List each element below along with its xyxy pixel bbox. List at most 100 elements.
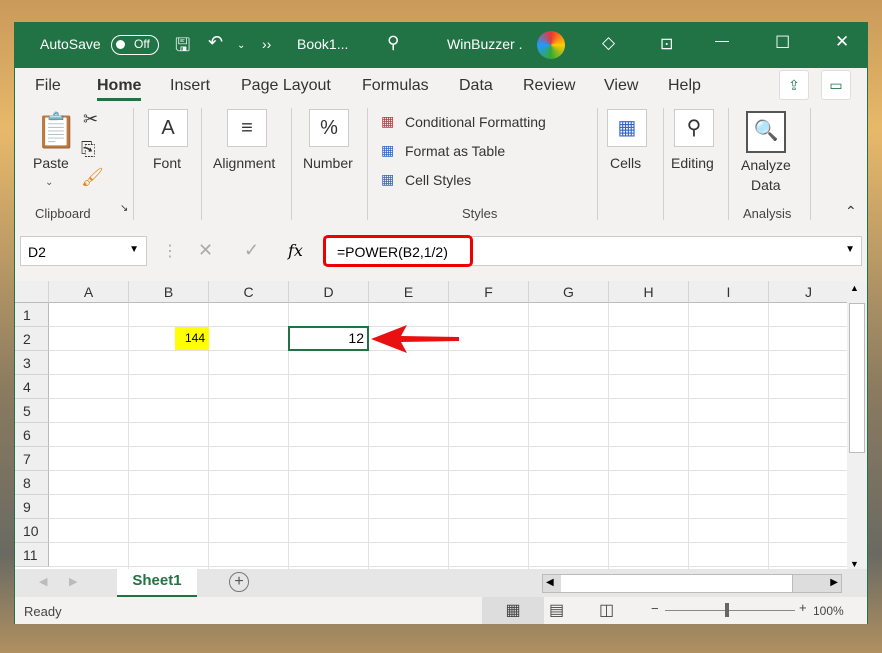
paste-button[interactable]: Paste — [33, 155, 69, 171]
formula-text[interactable]: =POWER(B2,1/2) — [323, 235, 473, 267]
ribbon-display-icon[interactable]: ⊡ — [660, 34, 673, 54]
tab-view[interactable]: View — [604, 77, 638, 95]
cancel-icon[interactable]: ✕ — [198, 240, 213, 261]
analysis-group-label: Analysis — [743, 206, 792, 221]
format-as-table-button[interactable]: Format as Table — [405, 143, 505, 159]
tab-review[interactable]: Review — [523, 77, 575, 95]
styles-group-label: Styles — [462, 206, 498, 221]
row-header[interactable]: 3 — [15, 351, 49, 375]
tab-data[interactable]: Data — [459, 77, 493, 95]
column-header[interactable]: J — [769, 281, 847, 303]
add-sheet-button[interactable]: + — [229, 572, 249, 592]
ribbon: 📋 Paste ⌄ ✂ ⎘ 🖌 Clipboard ↘ A Font ≡ Ali… — [15, 103, 867, 227]
font-button[interactable]: Font — [153, 155, 181, 171]
row-header[interactable]: 7 — [15, 447, 49, 471]
zoom-slider[interactable] — [665, 603, 795, 617]
zoom-in-button[interactable]: + — [799, 600, 807, 615]
tab-home[interactable]: Home — [97, 77, 142, 101]
prev-sheet-icon[interactable]: ◀ — [39, 575, 47, 588]
row-header[interactable]: 5 — [15, 399, 49, 423]
more-commands-button[interactable]: ›› — [262, 36, 271, 52]
cut-icon[interactable]: ✂ — [83, 109, 98, 130]
search-icon[interactable]: ⚲ — [387, 33, 399, 53]
alignment-button[interactable]: Alignment — [213, 155, 275, 171]
font-icon[interactable]: A — [148, 109, 188, 147]
name-box[interactable]: D2 ▼ — [20, 236, 147, 266]
maximize-button[interactable]: ☐ — [775, 33, 790, 53]
column-header[interactable]: H — [609, 281, 689, 303]
tab-help[interactable]: Help — [668, 77, 701, 95]
normal-view-icon[interactable]: ▦ — [482, 597, 544, 624]
cells-button[interactable]: Cells — [610, 155, 641, 171]
row-header[interactable]: 10 — [15, 519, 49, 543]
autosave-toggle[interactable]: Off — [111, 35, 159, 55]
copy-icon[interactable]: ⎘ — [81, 139, 95, 160]
excel-window: AutoSave Off 🖫 ↶ ⌄ ›› Book1... ⚲ WinBuzz… — [14, 22, 868, 624]
number-format-icon[interactable]: % — [309, 109, 349, 147]
vertical-scrollbar[interactable]: ▲ ▼ — [847, 281, 867, 571]
undo-dropdown-icon[interactable]: ⌄ — [237, 40, 245, 51]
column-header[interactable]: G — [529, 281, 609, 303]
alignment-icon[interactable]: ≡ — [227, 109, 267, 147]
tab-page-layout[interactable]: Page Layout — [241, 77, 331, 95]
page-break-view-icon[interactable]: ◫ — [599, 600, 614, 620]
column-header[interactable]: I — [689, 281, 769, 303]
paste-icon[interactable]: 📋 — [35, 111, 77, 151]
sheet-tab-bar: ◀ ▶ Sheet1 + ◀ ▶ — [15, 569, 867, 597]
minimize-button[interactable]: — — [715, 32, 729, 48]
analyze-data-button-line2[interactable]: Data — [751, 177, 781, 193]
clipboard-launcher-icon[interactable]: ↘ — [120, 203, 128, 214]
row-header[interactable]: 2 — [15, 327, 49, 351]
save-icon[interactable]: 🖫 — [175, 33, 190, 63]
analyze-data-button[interactable]: Analyze — [741, 157, 791, 173]
autosave-label: AutoSave — [40, 36, 101, 52]
enter-icon[interactable]: ✓ — [244, 240, 259, 261]
sheet-tab-sheet1[interactable]: Sheet1 — [117, 569, 197, 597]
zoom-out-button[interactable]: − — [651, 601, 659, 616]
row-header[interactable]: 9 — [15, 495, 49, 519]
row-header[interactable]: 1 — [15, 303, 49, 327]
row-header[interactable]: 8 — [15, 471, 49, 495]
horizontal-scrollbar[interactable]: ◀ ▶ — [542, 574, 842, 593]
format-painter-icon[interactable]: 🖌 — [81, 167, 104, 188]
cell-styles-button[interactable]: Cell Styles — [405, 172, 471, 188]
zoom-level[interactable]: 100% — [813, 604, 844, 618]
editing-button[interactable]: Editing — [671, 155, 714, 171]
spreadsheet-grid[interactable]: A B C D E F G H I J 1 2 3 4 5 6 7 8 9 10 11 144 12 — [15, 281, 847, 571]
share-button[interactable]: ⇪ — [779, 70, 809, 100]
row-header[interactable]: 4 — [15, 375, 49, 399]
status-ready: Ready — [24, 604, 62, 619]
comments-button[interactable]: ▭ — [821, 70, 851, 100]
column-header[interactable]: D — [289, 281, 369, 303]
close-button[interactable]: ✕ — [835, 32, 849, 52]
analyze-data-icon[interactable]: 🔍 — [746, 111, 786, 153]
editing-icon[interactable]: ⚲ — [674, 109, 714, 147]
user-name[interactable]: WinBuzzer . — [447, 36, 522, 52]
row-header[interactable]: 6 — [15, 423, 49, 447]
avatar[interactable] — [537, 31, 565, 59]
cell-B2[interactable]: 144 — [175, 327, 209, 350]
document-title[interactable]: Book1... — [297, 36, 348, 52]
select-all-corner[interactable] — [15, 281, 49, 303]
title-bar: AutoSave Off 🖫 ↶ ⌄ ›› Book1... ⚲ WinBuzz… — [15, 23, 867, 68]
page-layout-view-icon[interactable]: ▤ — [549, 600, 564, 620]
insert-function-icon[interactable]: fx — [288, 241, 303, 260]
paste-dropdown-icon[interactable]: ⌄ — [45, 177, 53, 188]
red-arrow-annotation — [371, 325, 459, 353]
row-header[interactable]: 11 — [15, 543, 49, 567]
column-header[interactable]: F — [449, 281, 529, 303]
undo-icon[interactable]: ↶ — [208, 32, 223, 53]
collapse-ribbon-icon[interactable]: ⌃ — [845, 203, 857, 220]
conditional-formatting-button[interactable]: Conditional Formatting — [405, 114, 546, 130]
tab-file[interactable]: File — [35, 77, 61, 95]
diamond-icon[interactable]: ◇ — [602, 33, 615, 53]
column-header[interactable]: E — [369, 281, 449, 303]
tab-formulas[interactable]: Formulas — [362, 77, 429, 95]
number-button[interactable]: Number — [303, 155, 353, 171]
column-header[interactable]: B — [129, 281, 209, 303]
next-sheet-icon[interactable]: ▶ — [69, 575, 77, 588]
tab-insert[interactable]: Insert — [170, 77, 210, 95]
cells-icon[interactable]: ▦ — [607, 109, 647, 147]
column-header[interactable]: A — [49, 281, 129, 303]
column-header[interactable]: C — [209, 281, 289, 303]
